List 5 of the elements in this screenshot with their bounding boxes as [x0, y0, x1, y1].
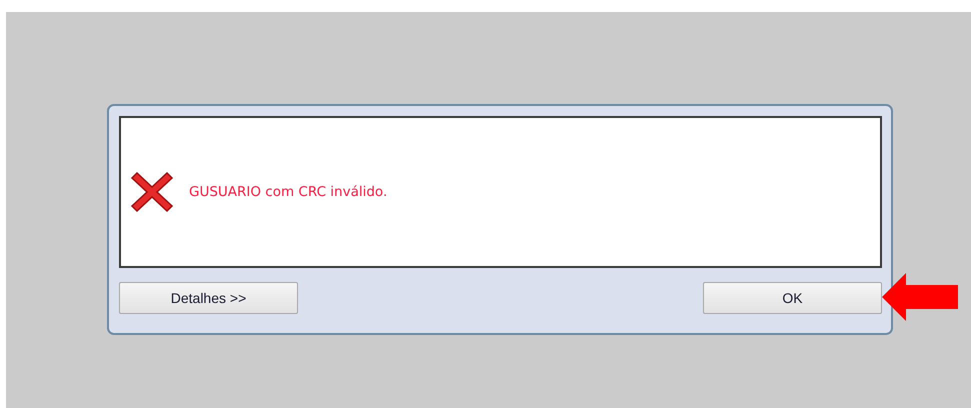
- error-icon: [129, 169, 175, 215]
- dialog-button[interactable]: OK: [703, 282, 882, 314]
- dialog-button[interactable]: Detalhes >>: [119, 282, 298, 314]
- arrow-icon: [880, 271, 960, 323]
- error-message: GUSUARIO com CRC inválido.: [189, 184, 388, 200]
